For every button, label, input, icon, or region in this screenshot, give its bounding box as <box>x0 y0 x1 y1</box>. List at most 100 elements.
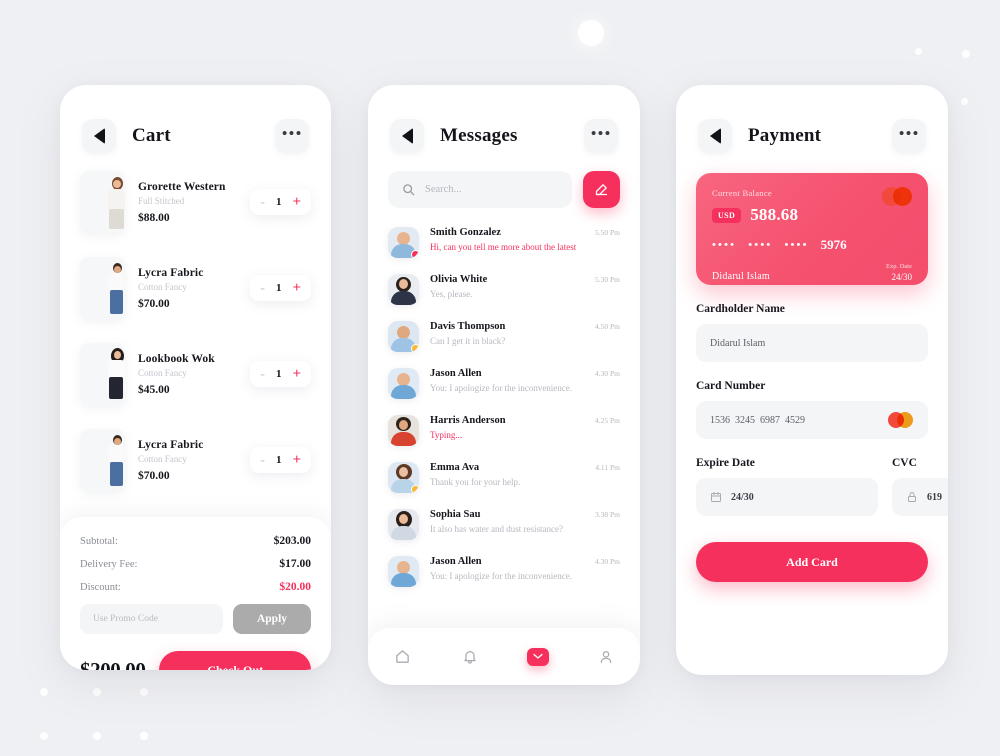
back-triangle-icon <box>401 128 413 144</box>
avatar <box>388 509 419 540</box>
message-thread[interactable]: Sophia Sau 3.38 Pm It also has water and… <box>388 501 620 548</box>
summary-label: Subtotal: <box>80 535 118 547</box>
nav-notifications-button[interactable] <box>459 646 481 668</box>
compose-button[interactable] <box>583 171 620 208</box>
status-badge <box>411 485 419 493</box>
message-thread[interactable]: Harris Anderson 4.25 Pm Typing... <box>388 407 620 454</box>
apply-button[interactable]: Apply <box>233 604 311 634</box>
payment-screen: Payment ••• Current Balance USD 588.68 •… <box>676 85 948 675</box>
cvc-input[interactable] <box>927 491 948 503</box>
cart-item-list: Grorette Western Full Stitched $88.00 - … <box>60 153 331 503</box>
card-footer: Didarul Islam Exp. Date 24/30 <box>712 263 912 282</box>
decrement-button[interactable]: - <box>260 453 265 467</box>
quantity-stepper[interactable]: - 1 + <box>250 447 311 473</box>
more-menu-button[interactable]: ••• <box>584 119 618 153</box>
compose-pencil-icon <box>595 184 608 196</box>
back-triangle-icon <box>93 128 105 144</box>
increment-button[interactable]: + <box>292 194 301 209</box>
increment-button[interactable]: + <box>292 280 301 295</box>
bell-icon <box>464 650 476 664</box>
summary-row: Delivery Fee: $17.00 <box>80 558 311 570</box>
expire-date-box[interactable] <box>696 478 878 516</box>
avatar <box>388 227 419 258</box>
message-time: 4.11 Pm <box>595 463 620 472</box>
more-menu-button[interactable]: ••• <box>892 119 926 153</box>
message-time: 3.38 Pm <box>594 510 620 519</box>
avatar <box>388 274 419 305</box>
page-title: Cart <box>132 125 171 146</box>
summary-value: $17.00 <box>279 558 311 570</box>
decrement-button[interactable]: - <box>260 195 265 209</box>
message-thread[interactable]: Davis Thompson 4.50 Pm Can I get it in b… <box>388 313 620 360</box>
product-price: $70.00 <box>138 297 170 310</box>
nav-profile-button[interactable] <box>595 646 617 668</box>
quantity-stepper[interactable]: - 1 + <box>250 189 311 215</box>
quantity-value: 1 <box>275 282 282 294</box>
cart-header: Cart ••• <box>60 85 331 153</box>
quantity-stepper[interactable]: - 1 + <box>250 275 311 301</box>
thread-content: Davis Thompson 4.50 Pm Can I get it in b… <box>419 321 620 346</box>
quantity-value: 1 <box>275 196 282 208</box>
contact-name: Davis Thompson <box>430 321 506 332</box>
cvc-box[interactable] <box>892 478 948 516</box>
page-title: Messages <box>440 125 518 146</box>
calendar-icon <box>711 492 721 502</box>
back-button[interactable] <box>698 119 732 153</box>
more-menu-button[interactable]: ••• <box>275 119 309 153</box>
decorative-dot <box>93 688 101 696</box>
promo-code-input[interactable] <box>80 604 223 634</box>
message-thread[interactable]: Emma Ava 4.11 Pm Thank you for your help… <box>388 454 620 501</box>
page-title: Payment <box>748 125 822 146</box>
product-thumbnail <box>80 171 125 233</box>
cvc-label: CVC <box>892 457 917 469</box>
decrement-button[interactable]: - <box>260 281 265 295</box>
cart-item-row[interactable]: Lookbook Wok Cotton Fancy $45.00 - 1 + <box>80 331 311 417</box>
quantity-value: 1 <box>275 368 282 380</box>
cart-item-row[interactable]: Grorette Western Full Stitched $88.00 - … <box>80 159 311 245</box>
message-thread[interactable]: Smith Gonzalez 5.50 Pm Hi, can you tell … <box>388 219 620 266</box>
cart-item-row[interactable]: Lycra Fabric Cotton Fancy $70.00 - 1 + <box>80 245 311 331</box>
expire-date-input[interactable] <box>731 491 864 503</box>
summary-label: Delivery Fee: <box>80 558 138 570</box>
nav-home-button[interactable] <box>391 646 413 668</box>
add-card-button[interactable]: Add Card <box>696 542 928 582</box>
cart-item-row[interactable]: Lycra Fabric Cotton Fancy $70.00 - 1 + <box>80 417 311 503</box>
product-subtitle: Full Stitched <box>138 195 185 206</box>
back-button[interactable] <box>82 119 116 153</box>
checkout-button[interactable]: Check Out <box>159 651 311 670</box>
search-box[interactable] <box>388 171 572 208</box>
card-number-box[interactable] <box>696 401 928 439</box>
message-thread[interactable]: Olivia White 5.30 Pm Yes, please. <box>388 266 620 313</box>
message-thread[interactable]: Jason Allen 4.30 Pm You: I apologize for… <box>388 360 620 407</box>
contact-name: Sophia Sau <box>430 509 481 520</box>
mastercard-icon <box>882 187 912 206</box>
message-preview: Typing... <box>430 430 463 440</box>
decorative-dot <box>962 50 970 58</box>
increment-button[interactable]: + <box>292 452 301 467</box>
product-subtitle: Cotton Fancy <box>138 367 187 378</box>
cardholder-name-box[interactable] <box>696 324 928 362</box>
nav-messages-button[interactable] <box>527 647 549 666</box>
message-time: 5.50 Pm <box>594 228 620 237</box>
summary-row: Discount: $20.00 <box>80 581 311 593</box>
contact-name: Olivia White <box>430 274 488 285</box>
avatar <box>388 321 419 352</box>
card-number-input[interactable] <box>710 414 879 426</box>
summary-row: Subtotal: $203.00 <box>80 535 311 547</box>
product-name: Grorette Western <box>138 180 226 193</box>
back-button[interactable] <box>390 119 424 153</box>
avatar <box>388 368 419 399</box>
message-thread[interactable]: Jason Allen 4.30 Pm You: I apologize for… <box>388 548 620 595</box>
decrement-button[interactable]: - <box>260 367 265 381</box>
cardholder-name-input[interactable] <box>710 337 914 349</box>
message-time: 4.25 Pm <box>594 416 620 425</box>
decorative-circle <box>578 20 604 46</box>
card-exp-label: Exp. Date <box>886 263 912 270</box>
message-preview: Can I get it in black? <box>430 336 506 346</box>
contact-name: Smith Gonzalez <box>430 227 501 238</box>
product-info: Lookbook Wok Cotton Fancy $45.00 <box>125 353 250 396</box>
increment-button[interactable]: + <box>292 366 301 381</box>
search-input[interactable] <box>425 184 558 195</box>
credit-card-preview[interactable]: Current Balance USD 588.68 •••• •••• •••… <box>696 173 928 285</box>
quantity-stepper[interactable]: - 1 + <box>250 361 311 387</box>
